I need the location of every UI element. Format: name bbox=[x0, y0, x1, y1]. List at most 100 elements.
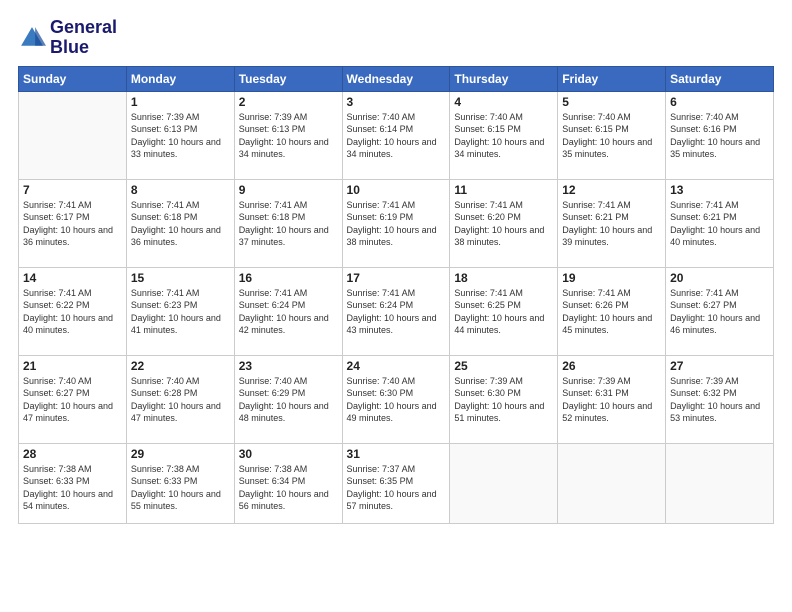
daylight-label: Daylight: 10 hours and 45 minutes. bbox=[562, 313, 652, 336]
sunset-label: Sunset: 6:29 PM bbox=[239, 388, 306, 398]
calendar-body: 1 Sunrise: 7:39 AM Sunset: 6:13 PM Dayli… bbox=[19, 91, 774, 523]
sunset-label: Sunset: 6:25 PM bbox=[454, 300, 521, 310]
day-info: Sunrise: 7:40 AM Sunset: 6:16 PM Dayligh… bbox=[670, 111, 769, 161]
calendar-day-cell: 7 Sunrise: 7:41 AM Sunset: 6:17 PM Dayli… bbox=[19, 179, 127, 267]
sunrise-label: Sunrise: 7:41 AM bbox=[562, 200, 631, 210]
daylight-label: Daylight: 10 hours and 54 minutes. bbox=[23, 489, 113, 512]
logo: General Blue bbox=[18, 18, 117, 58]
day-number: 4 bbox=[454, 95, 553, 109]
day-info: Sunrise: 7:41 AM Sunset: 6:17 PM Dayligh… bbox=[23, 199, 122, 249]
day-info: Sunrise: 7:39 AM Sunset: 6:31 PM Dayligh… bbox=[562, 375, 661, 425]
weekday-header-cell: Wednesday bbox=[342, 66, 450, 91]
day-info: Sunrise: 7:39 AM Sunset: 6:30 PM Dayligh… bbox=[454, 375, 553, 425]
calendar-day-cell: 5 Sunrise: 7:40 AM Sunset: 6:15 PM Dayli… bbox=[558, 91, 666, 179]
daylight-label: Daylight: 10 hours and 35 minutes. bbox=[670, 137, 760, 160]
sunrise-label: Sunrise: 7:41 AM bbox=[454, 288, 523, 298]
calendar-week-row: 21 Sunrise: 7:40 AM Sunset: 6:27 PM Dayl… bbox=[19, 355, 774, 443]
day-info: Sunrise: 7:41 AM Sunset: 6:24 PM Dayligh… bbox=[347, 287, 446, 337]
calendar-day-cell: 10 Sunrise: 7:41 AM Sunset: 6:19 PM Dayl… bbox=[342, 179, 450, 267]
day-number: 11 bbox=[454, 183, 553, 197]
day-number: 30 bbox=[239, 447, 338, 461]
sunrise-label: Sunrise: 7:39 AM bbox=[131, 112, 200, 122]
day-info: Sunrise: 7:38 AM Sunset: 6:33 PM Dayligh… bbox=[131, 463, 230, 513]
day-number: 15 bbox=[131, 271, 230, 285]
day-number: 17 bbox=[347, 271, 446, 285]
daylight-label: Daylight: 10 hours and 56 minutes. bbox=[239, 489, 329, 512]
day-number: 31 bbox=[347, 447, 446, 461]
sunrise-label: Sunrise: 7:40 AM bbox=[347, 112, 416, 122]
day-number: 7 bbox=[23, 183, 122, 197]
sunrise-label: Sunrise: 7:39 AM bbox=[562, 376, 631, 386]
day-info: Sunrise: 7:39 AM Sunset: 6:13 PM Dayligh… bbox=[239, 111, 338, 161]
calendar-day-cell: 3 Sunrise: 7:40 AM Sunset: 6:14 PM Dayli… bbox=[342, 91, 450, 179]
calendar-day-cell: 27 Sunrise: 7:39 AM Sunset: 6:32 PM Dayl… bbox=[666, 355, 774, 443]
calendar-day-cell: 29 Sunrise: 7:38 AM Sunset: 6:33 PM Dayl… bbox=[126, 443, 234, 523]
sunrise-label: Sunrise: 7:37 AM bbox=[347, 464, 416, 474]
day-info: Sunrise: 7:39 AM Sunset: 6:13 PM Dayligh… bbox=[131, 111, 230, 161]
day-number: 21 bbox=[23, 359, 122, 373]
sunrise-label: Sunrise: 7:40 AM bbox=[562, 112, 631, 122]
sunset-label: Sunset: 6:34 PM bbox=[239, 476, 306, 486]
sunrise-label: Sunrise: 7:41 AM bbox=[23, 200, 92, 210]
calendar-day-cell: 22 Sunrise: 7:40 AM Sunset: 6:28 PM Dayl… bbox=[126, 355, 234, 443]
day-number: 9 bbox=[239, 183, 338, 197]
sunset-label: Sunset: 6:18 PM bbox=[131, 212, 198, 222]
day-info: Sunrise: 7:41 AM Sunset: 6:23 PM Dayligh… bbox=[131, 287, 230, 337]
day-info: Sunrise: 7:40 AM Sunset: 6:15 PM Dayligh… bbox=[454, 111, 553, 161]
sunset-label: Sunset: 6:22 PM bbox=[23, 300, 90, 310]
day-info: Sunrise: 7:41 AM Sunset: 6:20 PM Dayligh… bbox=[454, 199, 553, 249]
daylight-label: Daylight: 10 hours and 34 minutes. bbox=[347, 137, 437, 160]
daylight-label: Daylight: 10 hours and 51 minutes. bbox=[454, 401, 544, 424]
day-number: 6 bbox=[670, 95, 769, 109]
sunrise-label: Sunrise: 7:41 AM bbox=[670, 288, 739, 298]
day-info: Sunrise: 7:41 AM Sunset: 6:27 PM Dayligh… bbox=[670, 287, 769, 337]
sunset-label: Sunset: 6:14 PM bbox=[347, 124, 414, 134]
sunset-label: Sunset: 6:26 PM bbox=[562, 300, 629, 310]
calendar-day-cell: 20 Sunrise: 7:41 AM Sunset: 6:27 PM Dayl… bbox=[666, 267, 774, 355]
day-number: 16 bbox=[239, 271, 338, 285]
calendar-day-cell: 18 Sunrise: 7:41 AM Sunset: 6:25 PM Dayl… bbox=[450, 267, 558, 355]
calendar-day-cell bbox=[450, 443, 558, 523]
calendar-day-cell bbox=[666, 443, 774, 523]
day-number: 5 bbox=[562, 95, 661, 109]
calendar-day-cell: 30 Sunrise: 7:38 AM Sunset: 6:34 PM Dayl… bbox=[234, 443, 342, 523]
sunrise-label: Sunrise: 7:41 AM bbox=[562, 288, 631, 298]
sunrise-label: Sunrise: 7:40 AM bbox=[239, 376, 308, 386]
calendar-day-cell: 28 Sunrise: 7:38 AM Sunset: 6:33 PM Dayl… bbox=[19, 443, 127, 523]
sunset-label: Sunset: 6:21 PM bbox=[670, 212, 737, 222]
day-info: Sunrise: 7:41 AM Sunset: 6:21 PM Dayligh… bbox=[670, 199, 769, 249]
daylight-label: Daylight: 10 hours and 41 minutes. bbox=[131, 313, 221, 336]
sunset-label: Sunset: 6:31 PM bbox=[562, 388, 629, 398]
sunrise-label: Sunrise: 7:40 AM bbox=[131, 376, 200, 386]
weekday-header-cell: Sunday bbox=[19, 66, 127, 91]
day-number: 3 bbox=[347, 95, 446, 109]
daylight-label: Daylight: 10 hours and 40 minutes. bbox=[23, 313, 113, 336]
sunset-label: Sunset: 6:32 PM bbox=[670, 388, 737, 398]
calendar-day-cell bbox=[19, 91, 127, 179]
day-number: 22 bbox=[131, 359, 230, 373]
calendar-day-cell: 31 Sunrise: 7:37 AM Sunset: 6:35 PM Dayl… bbox=[342, 443, 450, 523]
daylight-label: Daylight: 10 hours and 38 minutes. bbox=[347, 225, 437, 248]
day-info: Sunrise: 7:41 AM Sunset: 6:18 PM Dayligh… bbox=[131, 199, 230, 249]
daylight-label: Daylight: 10 hours and 57 minutes. bbox=[347, 489, 437, 512]
calendar-week-row: 7 Sunrise: 7:41 AM Sunset: 6:17 PM Dayli… bbox=[19, 179, 774, 267]
day-number: 23 bbox=[239, 359, 338, 373]
daylight-label: Daylight: 10 hours and 34 minutes. bbox=[454, 137, 544, 160]
weekday-header-row: SundayMondayTuesdayWednesdayThursdayFrid… bbox=[19, 66, 774, 91]
daylight-label: Daylight: 10 hours and 37 minutes. bbox=[239, 225, 329, 248]
sunrise-label: Sunrise: 7:38 AM bbox=[131, 464, 200, 474]
calendar-day-cell: 12 Sunrise: 7:41 AM Sunset: 6:21 PM Dayl… bbox=[558, 179, 666, 267]
sunset-label: Sunset: 6:27 PM bbox=[670, 300, 737, 310]
daylight-label: Daylight: 10 hours and 48 minutes. bbox=[239, 401, 329, 424]
sunset-label: Sunset: 6:15 PM bbox=[562, 124, 629, 134]
calendar-day-cell: 8 Sunrise: 7:41 AM Sunset: 6:18 PM Dayli… bbox=[126, 179, 234, 267]
day-number: 8 bbox=[131, 183, 230, 197]
daylight-label: Daylight: 10 hours and 35 minutes. bbox=[562, 137, 652, 160]
calendar-day-cell: 13 Sunrise: 7:41 AM Sunset: 6:21 PM Dayl… bbox=[666, 179, 774, 267]
sunrise-label: Sunrise: 7:41 AM bbox=[347, 200, 416, 210]
day-info: Sunrise: 7:40 AM Sunset: 6:14 PM Dayligh… bbox=[347, 111, 446, 161]
day-info: Sunrise: 7:40 AM Sunset: 6:30 PM Dayligh… bbox=[347, 375, 446, 425]
day-number: 13 bbox=[670, 183, 769, 197]
sunrise-label: Sunrise: 7:41 AM bbox=[23, 288, 92, 298]
day-info: Sunrise: 7:39 AM Sunset: 6:32 PM Dayligh… bbox=[670, 375, 769, 425]
